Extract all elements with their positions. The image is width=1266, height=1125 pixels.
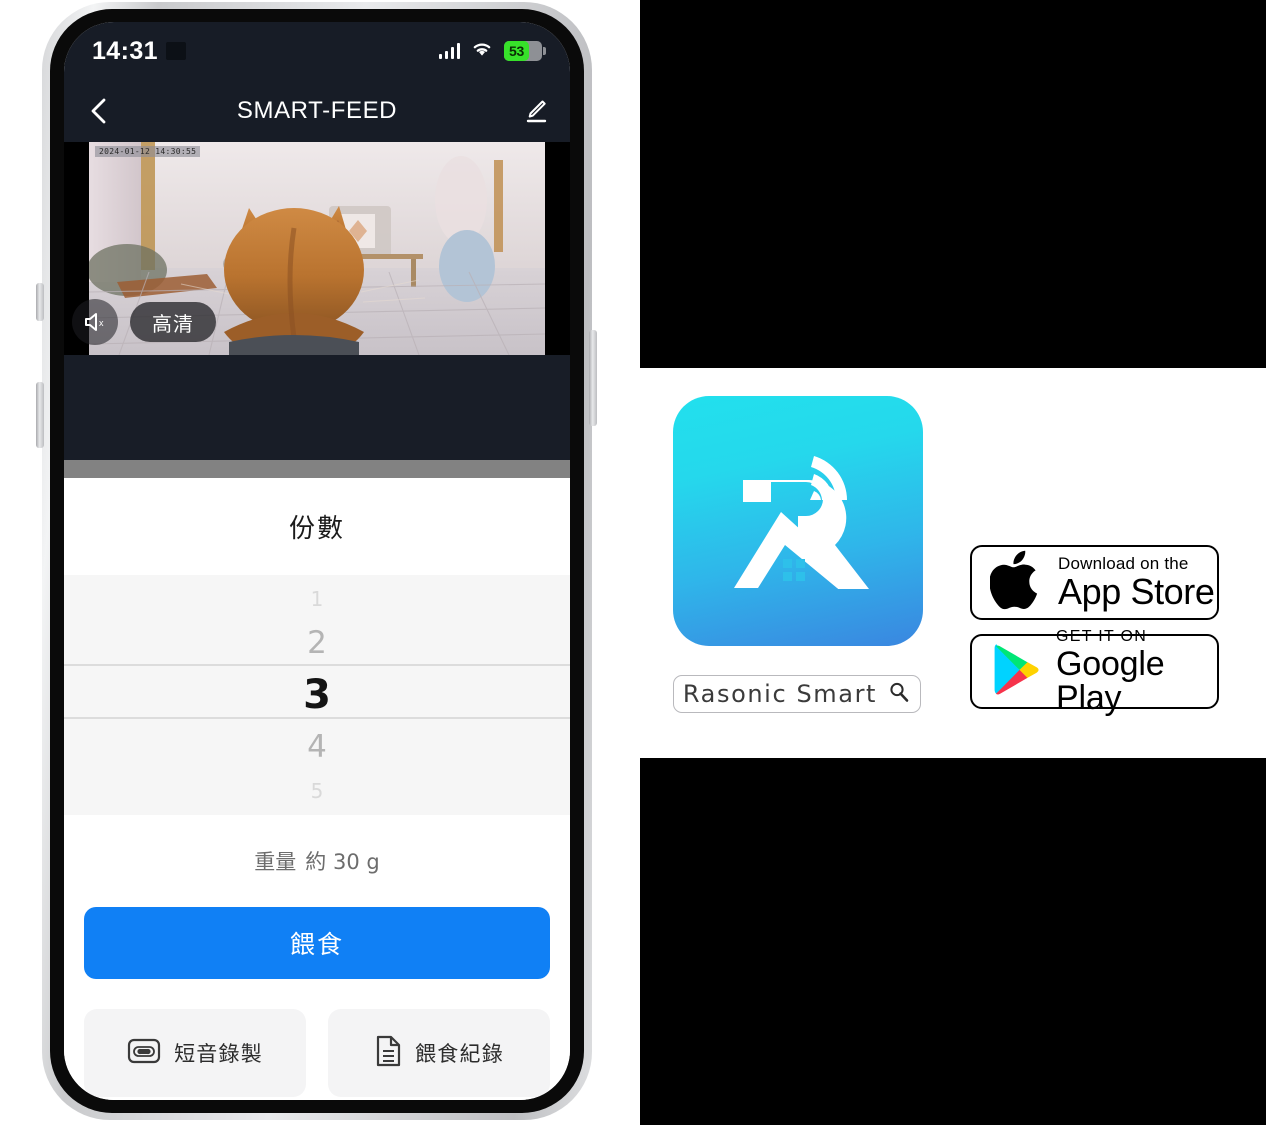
- status-bar-left: 14:31: [92, 37, 186, 66]
- battery-fill: 53: [504, 41, 529, 61]
- battery-percent-label: 53: [509, 43, 524, 59]
- phone-mockup: 14:31 53 SMART-FEED 2024-01-12 14:30:55 …: [0, 0, 640, 1125]
- app-store-badge-title: App Store: [1058, 571, 1215, 612]
- pencil-edit-icon[interactable]: [518, 94, 552, 128]
- speaker-muted-icon[interactable]: x: [72, 299, 118, 345]
- cellular-signal-icon: [438, 43, 460, 59]
- record-voice-label: 短音錄製: [174, 1043, 263, 1066]
- feed-button[interactable]: 餵食: [84, 907, 550, 979]
- store-panel: Rasonic Smart Download on the App Store: [640, 0, 1266, 1125]
- picker-selection-line-bottom: [64, 717, 570, 719]
- picker-option[interactable]: 2: [64, 617, 570, 669]
- feeding-records-label: 餵食紀錄: [415, 1043, 504, 1066]
- google-play-badge-subtitle: GET IT ON: [1056, 627, 1148, 645]
- svg-text:x: x: [99, 318, 104, 328]
- silent-switch-button[interactable]: [36, 283, 44, 321]
- status-bar: 14:31 53: [64, 22, 570, 80]
- letterbox-band-bottom: [640, 758, 1266, 1125]
- navigation-bar: [64, 80, 570, 142]
- magnifier-icon: [887, 680, 911, 709]
- wifi-icon: [470, 40, 494, 63]
- weight-label: 重量: [254, 851, 297, 874]
- app-name-search-box[interactable]: Rasonic Smart: [673, 675, 921, 713]
- cassette-tape-icon: [127, 1037, 161, 1070]
- app-store-badge[interactable]: Download on the App Store: [970, 545, 1219, 620]
- download-section: Rasonic Smart Download on the App Store: [640, 368, 1266, 758]
- record-voice-button[interactable]: 短音錄製: [84, 1009, 306, 1097]
- feed-control-sheet: 份數 1 2 3 4 5 重量 約 30 g 餵食 短音錄製 餵食紀錄: [64, 478, 570, 1100]
- volume-button[interactable]: [36, 382, 44, 448]
- picker-selection-line-top: [64, 664, 570, 666]
- weight-value: 約 30 g: [305, 850, 380, 874]
- apple-logo-icon: [989, 549, 1044, 616]
- camera-live-view[interactable]: 2024-01-12 14:30:55 x 高清: [64, 142, 570, 355]
- dynamic-island-notch: [165, 42, 186, 60]
- sheet-drag-bar[interactable]: [64, 460, 570, 478]
- document-list-icon: [374, 1035, 402, 1072]
- video-letterbox-pad: [64, 355, 570, 460]
- phone-screen: 14:31 53 SMART-FEED 2024-01-12 14:30:55 …: [64, 22, 570, 1100]
- picker-option[interactable]: 4: [64, 721, 570, 773]
- picker-option-selected[interactable]: 3: [64, 669, 570, 721]
- video-quality-badge[interactable]: 高清: [130, 302, 216, 342]
- letterbox-band-top: [640, 0, 1266, 368]
- picker-option[interactable]: 1: [64, 581, 570, 617]
- google-play-logo-icon: [992, 642, 1040, 701]
- secondary-action-row: 短音錄製 餵食紀錄: [84, 1009, 550, 1097]
- weight-info-row: 重量 約 30 g: [64, 815, 570, 907]
- rasonic-smart-app-icon: [673, 396, 923, 646]
- video-overlay-controls: x 高清: [72, 299, 216, 345]
- picker-option[interactable]: 5: [64, 773, 570, 809]
- google-play-badge-title: Google Play: [1056, 644, 1165, 717]
- status-bar-right: 53: [438, 40, 546, 63]
- video-timestamp: 2024-01-12 14:30:55: [95, 146, 201, 157]
- power-button[interactable]: [589, 330, 597, 426]
- portion-section-title: 份數: [288, 513, 345, 543]
- battery-icon: 53: [504, 41, 546, 61]
- portion-picker[interactable]: 1 2 3 4 5: [64, 575, 570, 815]
- feeding-records-button[interactable]: 餵食紀錄: [328, 1009, 550, 1097]
- status-time: 14:31: [92, 36, 158, 65]
- app-name-label: Rasonic Smart: [682, 680, 878, 708]
- google-play-badge[interactable]: GET IT ON Google Play: [970, 628, 1219, 715]
- chevron-left-icon[interactable]: [82, 94, 116, 128]
- app-store-badge-subtitle: Download on the: [1058, 554, 1189, 573]
